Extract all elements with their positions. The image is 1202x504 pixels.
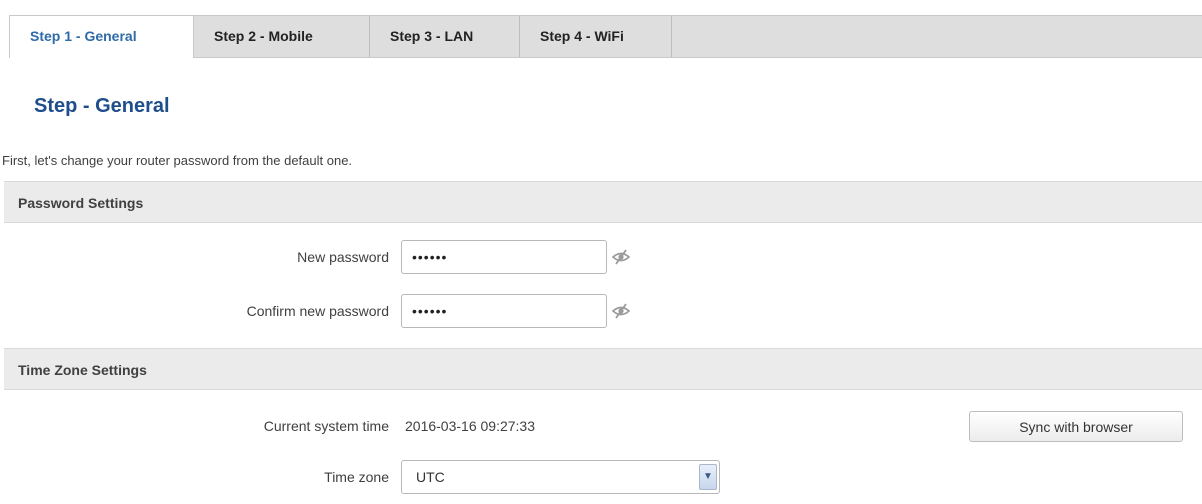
time-zone-select[interactable]: UTC ▼ <box>401 460 720 494</box>
new-password-label: New password <box>297 249 389 265</box>
wizard-tab-bar: Step 1 - General Step 2 - Mobile Step 3 … <box>9 15 1202 58</box>
eye-slash-icon[interactable] <box>612 303 630 319</box>
chevron-down-icon[interactable]: ▼ <box>699 464 717 490</box>
time-zone-label: Time zone <box>324 469 389 485</box>
current-time-row: Current system time 2016-03-16 09:27:33 … <box>0 409 1202 443</box>
tab-step-general[interactable]: Step 1 - General <box>9 15 194 58</box>
sync-with-browser-button[interactable]: Sync with browser <box>969 411 1183 442</box>
confirm-password-row: Confirm new password <box>0 294 1202 328</box>
eye-slash-icon[interactable] <box>612 249 630 265</box>
intro-text: First, let's change your router password… <box>2 153 353 168</box>
time-zone-selected-value: UTC <box>416 469 445 485</box>
new-password-row: New password <box>0 240 1202 274</box>
confirm-password-input[interactable] <box>401 294 607 328</box>
current-time-value: 2016-03-16 09:27:33 <box>405 418 535 434</box>
page-title: Step - General <box>34 95 170 117</box>
confirm-password-label: Confirm new password <box>246 303 389 319</box>
new-password-input[interactable] <box>401 240 607 274</box>
time-zone-row: Time zone UTC ▼ <box>0 460 1202 494</box>
password-settings-header: Password Settings <box>4 181 1202 223</box>
current-time-label: Current system time <box>263 418 389 434</box>
tab-step-wifi[interactable]: Step 4 - WiFi <box>520 16 672 57</box>
tab-step-lan[interactable]: Step 3 - LAN <box>370 16 520 57</box>
time-zone-settings-header: Time Zone Settings <box>4 348 1202 390</box>
tab-step-mobile[interactable]: Step 2 - Mobile <box>194 16 370 57</box>
